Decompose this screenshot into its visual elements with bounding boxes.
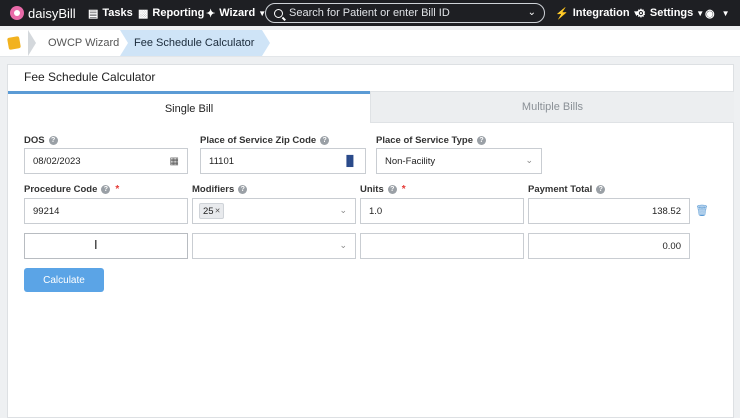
units-input[interactable] xyxy=(360,233,524,259)
chevron-down-icon: ⌄ xyxy=(339,240,347,250)
logo[interactable]: daisyBill xyxy=(10,0,76,26)
pos-type-label: Place of Service Type ? xyxy=(376,135,486,146)
modifiers-label-text: Modifiers xyxy=(192,184,235,195)
nav-reporting-label: Reporting xyxy=(152,7,205,19)
autofill-icon: ▐▌ xyxy=(342,156,357,167)
breadcrumb-home[interactable] xyxy=(0,30,28,56)
bar-chart-icon: ▩ xyxy=(138,7,149,20)
help-icon[interactable]: ? xyxy=(48,136,58,145)
calendar-icon[interactable]: ▦ xyxy=(170,156,179,167)
procedure-code-value: 99214 xyxy=(33,205,60,217)
help-icon[interactable]: ? xyxy=(238,185,248,194)
procedure-code-input[interactable] xyxy=(24,233,188,259)
chevron-down-icon: ▼ xyxy=(696,8,705,18)
nav-settings-label: Settings xyxy=(649,7,694,19)
payment-total-label: Payment Total ? xyxy=(528,184,606,195)
zip-label-text: Place of Service Zip Code xyxy=(200,135,317,146)
trash-icon[interactable]: 🗑 xyxy=(695,204,709,217)
modifiers-label: Modifiers ? xyxy=(192,184,248,195)
pencil-icon xyxy=(7,36,21,50)
user-menu[interactable]: ◉ ▼ xyxy=(705,0,730,26)
text-cursor-icon: I xyxy=(94,237,98,252)
dos-field[interactable]: 08/02/2023 ▦ xyxy=(24,148,188,174)
nav-settings[interactable]: ⚙ Settings ▼ xyxy=(636,0,704,26)
nav-integration-label: Integration xyxy=(572,7,630,19)
remove-tag-icon[interactable]: ✕ xyxy=(215,207,221,215)
dos-label: DOS ? xyxy=(24,135,58,146)
help-icon[interactable]: ? xyxy=(596,185,606,194)
help-icon[interactable]: ? xyxy=(320,136,330,145)
pos-type-label-text: Place of Service Type xyxy=(376,135,473,146)
procedure-code-label-text: Procedure Code xyxy=(24,184,98,195)
payment-total-field: 138.52 xyxy=(528,198,690,224)
help-icon[interactable]: ? xyxy=(477,136,486,145)
chevron-down-icon: ▼ xyxy=(721,8,730,18)
nav-wizard[interactable]: ✦ Wizard ▼ xyxy=(206,0,266,26)
nav-tasks[interactable]: ▤ Tasks xyxy=(88,0,133,26)
dos-label-text: DOS xyxy=(24,135,45,146)
modifier-tag-label: 25 xyxy=(203,205,214,217)
breadcrumb-separator xyxy=(120,30,128,56)
calculate-button[interactable]: Calculate xyxy=(24,268,104,292)
dos-value: 08/02/2023 xyxy=(33,155,81,167)
nav-reporting[interactable]: ▩ Reporting xyxy=(138,0,204,26)
chevron-down-icon[interactable]: ⌄ xyxy=(528,7,536,18)
lightning-icon: ⚡ xyxy=(555,7,569,20)
daisy-logo-icon xyxy=(10,6,24,20)
tab-single-bill[interactable]: Single Bill xyxy=(8,91,370,123)
required-mark: * xyxy=(401,184,406,195)
zip-field[interactable]: 11101 ▐▌ xyxy=(200,148,366,174)
tab-multiple-bills[interactable]: Multiple Bills xyxy=(370,91,734,123)
breadcrumb-separator xyxy=(262,30,270,56)
modifiers-select[interactable]: 25 ✕ ⌄ xyxy=(192,198,356,224)
help-icon[interactable]: ? xyxy=(387,185,397,194)
nav-integration[interactable]: ⚡ Integration ▼ xyxy=(555,0,640,26)
breadcrumb-fee-schedule-calculator: Fee Schedule Calculator xyxy=(120,30,262,56)
breadcrumb-owcp-wizard[interactable]: OWCP Wizard xyxy=(30,30,120,56)
chevron-down-icon: ⌄ xyxy=(525,155,533,165)
nav-tasks-label: Tasks xyxy=(102,7,133,19)
user-avatar-icon: ◉ xyxy=(705,7,715,20)
payment-total-field: 0.00 xyxy=(528,233,690,259)
fee-schedule-card: Fee Schedule Calculator Single Bill Mult… xyxy=(7,64,734,418)
pos-type-select[interactable]: Non-Facility ⌄ xyxy=(376,148,542,174)
payment-total-value: 0.00 xyxy=(662,240,682,252)
pos-type-value: Non-Facility xyxy=(385,155,436,167)
zip-label: Place of Service Zip Code ? xyxy=(200,135,330,146)
units-label-text: Units xyxy=(360,184,384,195)
wand-icon: ✦ xyxy=(206,7,216,20)
top-navbar: daisyBill ▤ Tasks ▩ Reporting ✦ Wizard ▼… xyxy=(0,0,740,26)
breadcrumb: OWCP Wizard Fee Schedule Calculator xyxy=(0,30,740,57)
payment-total-value: 138.52 xyxy=(651,205,681,217)
chevron-down-icon: ⌄ xyxy=(339,205,347,215)
zip-value: 11101 xyxy=(209,155,235,167)
gear-icon: ⚙ xyxy=(636,7,646,20)
search-bar[interactable]: ⌄ xyxy=(265,3,545,23)
search-icon xyxy=(274,8,283,18)
units-input[interactable]: 1.0 xyxy=(360,198,524,224)
search-input[interactable] xyxy=(287,6,511,20)
payment-total-label-text: Payment Total xyxy=(528,184,593,195)
page-title: Fee Schedule Calculator xyxy=(24,70,156,84)
logo-text: daisyBill xyxy=(28,5,76,21)
modifiers-select[interactable]: ⌄ xyxy=(192,233,356,259)
clipboard-icon: ▤ xyxy=(88,7,99,20)
procedure-code-label: Procedure Code ? * xyxy=(24,184,119,195)
required-mark: * xyxy=(115,184,120,195)
help-icon[interactable]: ? xyxy=(101,185,111,194)
units-value: 1.0 xyxy=(369,205,383,217)
modifier-tag[interactable]: 25 ✕ xyxy=(199,203,225,219)
nav-wizard-label: Wizard xyxy=(219,7,256,19)
procedure-code-input[interactable]: 99214 xyxy=(24,198,188,224)
units-label: Units ? * xyxy=(360,184,406,195)
